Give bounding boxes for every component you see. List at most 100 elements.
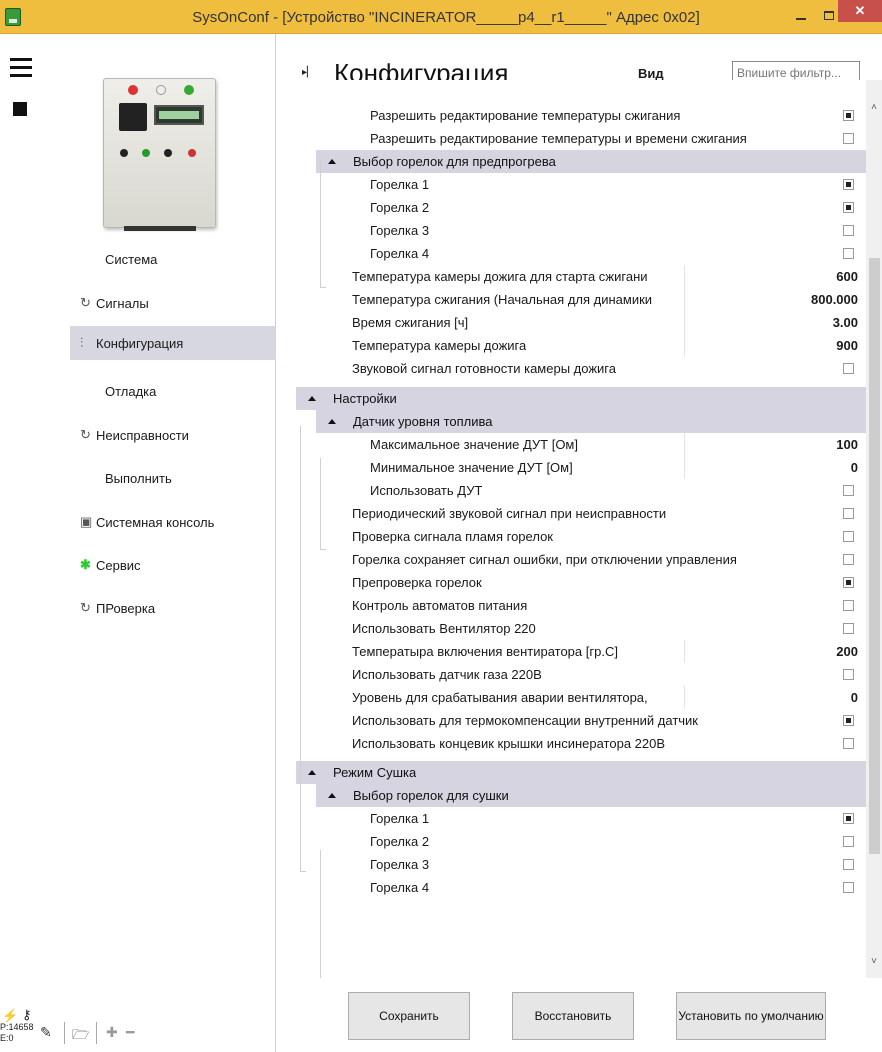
property-grid[interactable]: Разрешить редактирование температуры сжи… (296, 80, 866, 978)
property-row[interactable]: Горелка 1 (316, 173, 866, 196)
sidebar-item-system[interactable]: Система (70, 242, 276, 276)
scroll-down-icon[interactable]: ˅ (866, 956, 882, 970)
property-row[interactable]: Минимальное значение ДУТ [Ом] 0 (316, 456, 866, 479)
group-header[interactable]: Режим Сушка (296, 761, 866, 784)
collapse-triangle-icon[interactable] (308, 396, 316, 401)
property-row[interactable]: Использовать ДУТ (316, 479, 866, 502)
property-checkbox[interactable] (843, 179, 854, 190)
property-checkbox[interactable] (843, 623, 854, 634)
collapse-triangle-icon[interactable] (328, 793, 336, 798)
property-row[interactable]: Горелка сохраняет сигнал ошибки, при отк… (316, 548, 866, 571)
sidebar-item-execute[interactable]: Выполнить (70, 461, 276, 495)
property-checkbox[interactable] (843, 715, 854, 726)
property-row[interactable]: Использовать для термокомпенсации внутре… (316, 709, 866, 732)
property-row[interactable]: Периодический звуковой сигнал при неиспр… (316, 502, 866, 525)
vertical-scrollbar[interactable]: ˄ ˅ (866, 80, 882, 978)
property-row[interactable]: Время сжигания [ч] 3.00 (316, 311, 866, 334)
minus-icon[interactable]: ━ (126, 1024, 134, 1041)
property-checkbox[interactable] (843, 859, 854, 870)
property-checkbox[interactable] (843, 248, 854, 259)
sidebar-item-console[interactable]: ▣ Системная консоль (70, 505, 276, 539)
property-row[interactable]: Горелка 3 (316, 219, 866, 242)
property-checkbox[interactable] (843, 577, 854, 588)
group-header[interactable]: Выбор горелок для предпрогрева (316, 150, 866, 173)
property-row[interactable]: Использовать концевик крышки инсинератор… (316, 732, 866, 755)
sidebar-item-signals[interactable]: ↻ Сигналы (70, 286, 276, 320)
property-checkbox[interactable] (843, 836, 854, 847)
collapse-triangle-icon[interactable] (328, 159, 336, 164)
scroll-thumb[interactable] (869, 258, 880, 854)
collapse-panel-icon[interactable]: ▸▏ (302, 67, 315, 78)
property-row[interactable]: Температура сжигания (Начальная для дина… (316, 288, 866, 311)
restore-button[interactable]: Восстановить (512, 992, 634, 1040)
stop-icon[interactable] (13, 102, 27, 116)
property-checkbox[interactable] (843, 133, 854, 144)
property-row[interactable]: Разрешить редактирование температуры и в… (316, 127, 866, 150)
property-checkbox[interactable] (843, 738, 854, 749)
property-checkbox[interactable] (843, 485, 854, 496)
plus-icon[interactable]: ✚ (106, 1024, 118, 1041)
property-checkbox[interactable] (843, 508, 854, 519)
title-bar[interactable]: SysOnConf - [Устройство "INCINERATOR____… (0, 0, 882, 34)
property-row[interactable]: Использовать датчик газа 220В (316, 663, 866, 686)
close-button[interactable]: ✕ (838, 0, 882, 22)
collapse-triangle-icon[interactable] (308, 770, 316, 775)
property-checkbox[interactable] (843, 363, 854, 374)
sidebar-item-label: Сервис (96, 557, 141, 573)
property-row[interactable]: Температура камеры дожига 900 (316, 334, 866, 357)
sidebar-item-label: ПРоверка (96, 600, 156, 616)
menu-icon[interactable] (10, 58, 32, 82)
property-checkbox[interactable] (843, 225, 854, 236)
property-checkbox[interactable] (843, 110, 854, 121)
property-row[interactable]: Проверка сигнала пламя горелок (316, 525, 866, 548)
property-checkbox[interactable] (843, 669, 854, 680)
property-checkbox[interactable] (843, 531, 854, 542)
property-value[interactable]: 0 (851, 690, 858, 705)
group-header[interactable]: Выбор горелок для сушки (316, 784, 866, 807)
property-label: Препроверка горелок (352, 575, 482, 590)
property-row[interactable]: Препроверка горелок (316, 571, 866, 594)
property-checkbox[interactable] (843, 882, 854, 893)
property-value[interactable]: 600 (836, 269, 858, 284)
property-value[interactable]: 900 (836, 338, 858, 353)
sidebar-item-debug[interactable]: Отладка (70, 374, 276, 408)
save-button[interactable]: Сохранить (348, 992, 470, 1040)
sidebar-item-configuration[interactable]: ⫶ Конфигурация (70, 326, 276, 360)
property-checkbox[interactable] (843, 813, 854, 824)
property-value[interactable]: 100 (836, 437, 858, 452)
property-row[interactable]: Температыра включения вентиратора [гр.С]… (316, 640, 866, 663)
property-row[interactable]: Горелка 3 (316, 853, 866, 876)
sidebar-item-service[interactable]: ✱ Сервис (70, 548, 276, 582)
group-header[interactable]: Датчик уровня топлива (316, 410, 866, 433)
property-row[interactable]: Уровень для срабатывания аварии вентилят… (316, 686, 866, 709)
property-value[interactable]: 200 (836, 644, 858, 659)
property-value[interactable]: 800.000 (811, 292, 858, 307)
sidebar-item-check[interactable]: ↻ ПРоверка (70, 591, 276, 625)
set-defaults-button[interactable]: Установить по умолчанию (676, 992, 826, 1040)
property-row[interactable]: Контроль автоматов питания (316, 594, 866, 617)
property-checkbox[interactable] (843, 600, 854, 611)
edit-icon[interactable]: ✎ (40, 1024, 52, 1041)
property-row[interactable]: Горелка 4 (316, 876, 866, 899)
scroll-up-icon[interactable]: ˄ (866, 102, 882, 116)
property-row[interactable]: Горелка 1 (316, 807, 866, 830)
property-row[interactable]: Разрешить редактирование температуры сжи… (316, 104, 866, 127)
property-row[interactable]: Звуковой сигнал готовности камеры дожига (316, 357, 866, 380)
property-checkbox[interactable] (843, 202, 854, 213)
property-row[interactable]: Горелка 2 (316, 196, 866, 219)
property-checkbox[interactable] (843, 554, 854, 565)
open-folder-icon[interactable]: 🗁 (72, 1024, 89, 1048)
view-label[interactable]: Вид (638, 66, 664, 81)
property-label: Разрешить редактирование температуры и в… (370, 131, 747, 146)
sidebar-item-faults[interactable]: ↻ Неисправности (70, 418, 276, 452)
property-row[interactable]: Горелка 4 (316, 242, 866, 265)
property-row[interactable]: Использовать Вентилятор 220 (316, 617, 866, 640)
minimize-button[interactable] (788, 2, 814, 28)
property-row[interactable]: Горелка 2 (316, 830, 866, 853)
property-value[interactable]: 0 (851, 460, 858, 475)
collapse-triangle-icon[interactable] (328, 419, 336, 424)
property-value[interactable]: 3.00 (833, 315, 858, 330)
property-row[interactable]: Температура камеры дожига для старта сжи… (316, 265, 866, 288)
group-header[interactable]: Настройки (296, 387, 866, 410)
property-row[interactable]: Максимальное значение ДУТ [Ом] 100 (316, 433, 866, 456)
